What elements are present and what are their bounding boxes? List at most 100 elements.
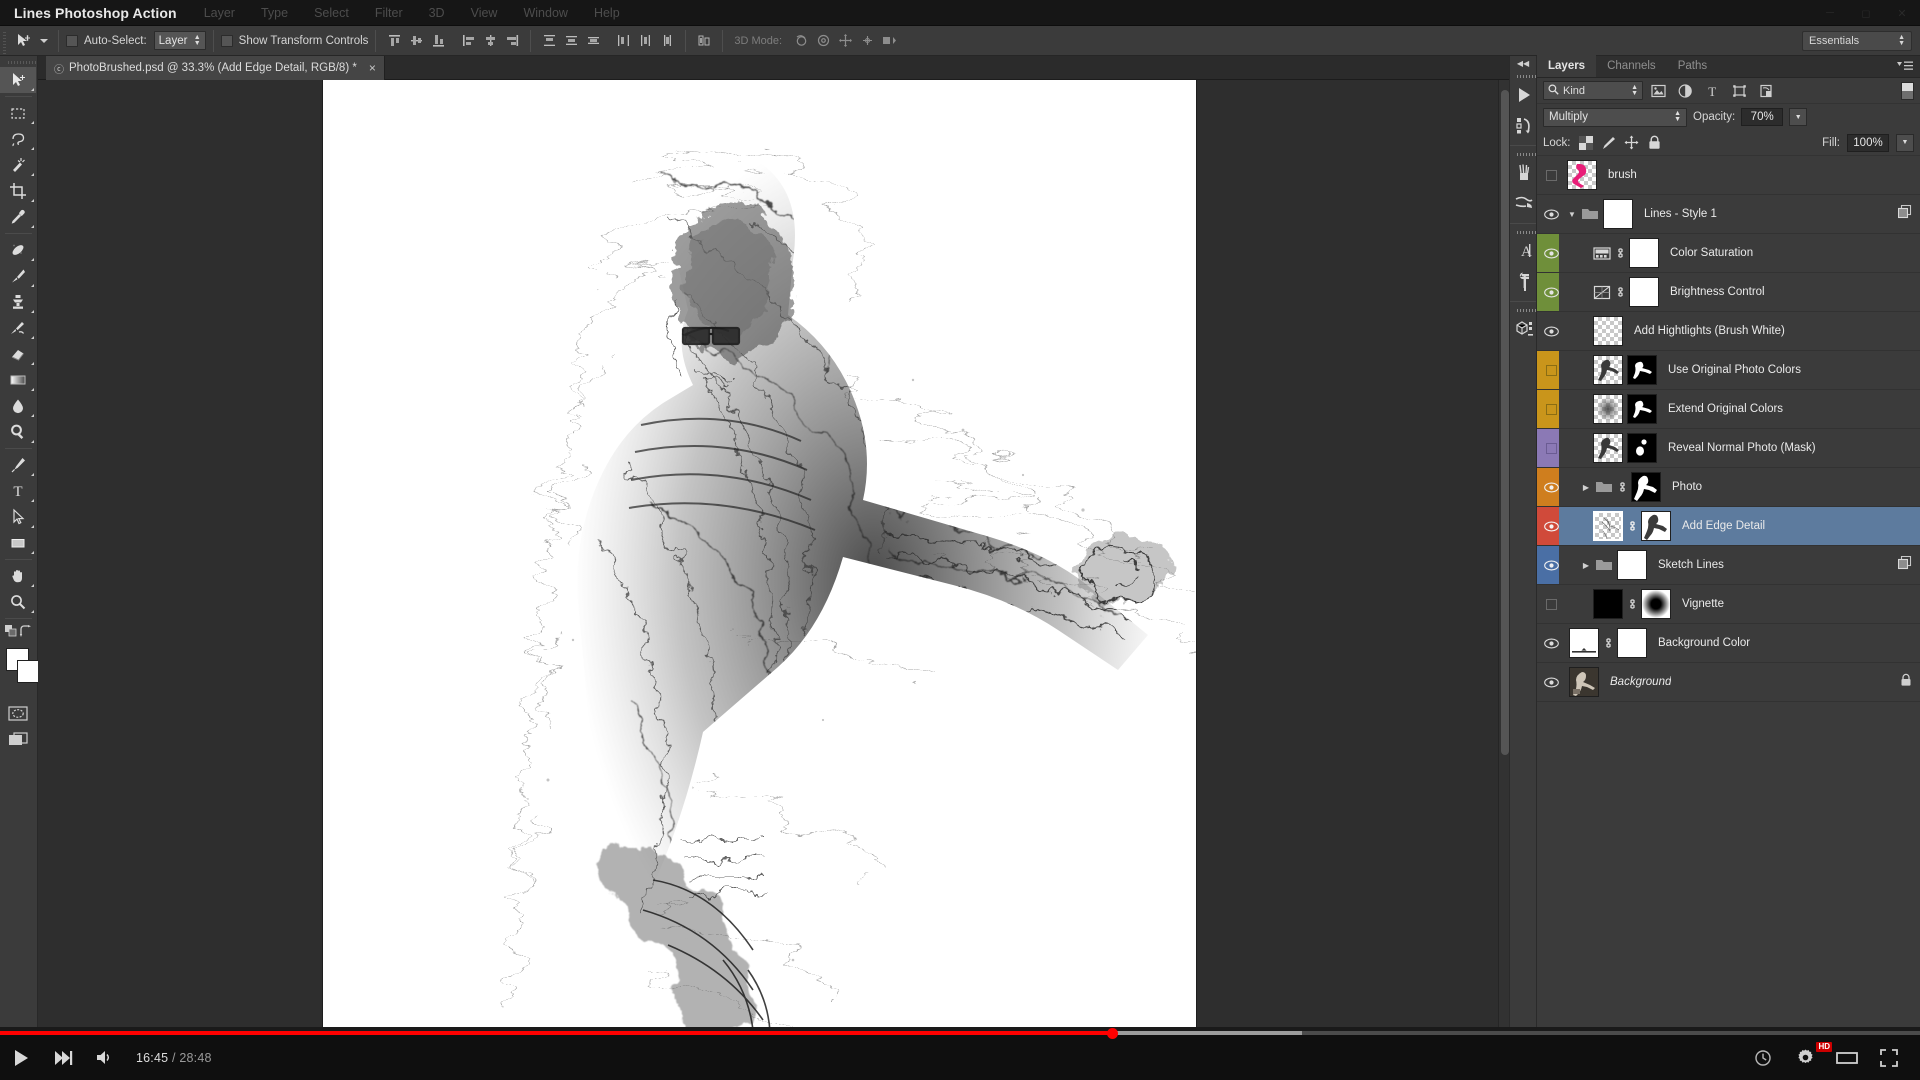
brush-panel-icon[interactable] (1510, 158, 1538, 188)
actions-panel-icon[interactable] (1510, 110, 1538, 140)
layer-name[interactable]: Color Saturation (1670, 247, 1753, 259)
layer-name[interactable]: Background (1610, 676, 1671, 688)
settings-gear-icon[interactable]: HD (1784, 1035, 1832, 1080)
menu-3d[interactable]: 3D (416, 0, 458, 26)
adjustment-curves-icon[interactable] (1591, 285, 1613, 300)
volume-icon[interactable] (84, 1035, 126, 1080)
align-right-edges-icon[interactable] (501, 30, 523, 52)
eyedropper-tool[interactable] (0, 204, 36, 230)
lasso-tool[interactable] (0, 126, 36, 152)
quick-mask-button[interactable] (0, 700, 36, 726)
eraser-tool[interactable] (0, 341, 36, 367)
layer-mask-thumbnail[interactable] (1631, 472, 1661, 502)
group-disclosure-open-icon[interactable]: ▼ (1565, 210, 1579, 219)
table-row[interactable]: Add Hightlights (Brush White) (1537, 312, 1920, 351)
play-icon[interactable] (0, 1035, 42, 1080)
default-colors-icon[interactable] (5, 625, 18, 643)
link-mask-icon[interactable] (1613, 246, 1627, 260)
fill-slider-chevron-icon[interactable]: ▼ (1896, 133, 1914, 152)
lock-all-icon[interactable] (1647, 135, 1663, 151)
rail-grip-1[interactable] (1510, 73, 1536, 80)
menu-filter[interactable]: Filter (362, 0, 416, 26)
spot-healing-brush-tool[interactable] (0, 237, 36, 263)
opacity-slider-chevron-icon[interactable]: ▼ (1789, 108, 1808, 126)
link-mask-icon[interactable] (1615, 480, 1629, 494)
clipped-group-icon[interactable] (1897, 555, 1912, 575)
layer-visibility-toggle[interactable] (1537, 546, 1565, 585)
layer-name[interactable]: Photo (1672, 481, 1702, 493)
lock-transparent-pixels-icon[interactable] (1578, 135, 1594, 151)
rectangle-tool[interactable] (0, 530, 36, 556)
gradient-tool[interactable] (0, 367, 36, 393)
layer-thumbnail[interactable] (1569, 628, 1599, 658)
group-disclosure-closed-icon[interactable]: ▶ (1579, 483, 1593, 492)
link-mask-icon[interactable] (1625, 597, 1639, 611)
layer-mask-thumbnail[interactable] (1641, 589, 1671, 619)
document-tab[interactable]: ⓒ PhotoBrushed.psd @ 33.3% (Add Edge Det… (46, 56, 385, 80)
crop-tool[interactable] (0, 178, 36, 204)
hand-tool[interactable] (0, 563, 36, 589)
layer-thumbnail[interactable] (1593, 589, 1623, 619)
history-panel-icon[interactable] (1510, 80, 1538, 110)
layer-mask-thumbnail[interactable] (1617, 550, 1647, 580)
layer-thumbnail[interactable] (1593, 316, 1623, 346)
layer-visibility-toggle[interactable] (1537, 234, 1565, 273)
layer-filter-kind-dropdown[interactable]: Kind ▲ ▼ (1543, 81, 1643, 100)
layer-mask-thumbnail[interactable] (1627, 433, 1657, 463)
theater-mode-icon[interactable] (1826, 1035, 1868, 1080)
tab-paths[interactable]: Paths (1667, 55, 1718, 77)
scale-3d-icon[interactable] (878, 30, 900, 52)
layer-thumbnail[interactable] (1567, 160, 1597, 190)
screen-mode-button[interactable] (0, 726, 36, 752)
menu-type[interactable]: Type (248, 0, 301, 26)
layer-visibility-toggle[interactable] (1537, 195, 1565, 234)
table-row[interactable]: Background Color (1537, 624, 1920, 663)
layer-mask-thumbnail[interactable] (1629, 238, 1659, 268)
align-horizontal-centers-icon[interactable] (479, 30, 501, 52)
dodge-tool[interactable] (0, 419, 36, 445)
layer-name[interactable]: Add Hightlights (Brush White) (1634, 325, 1785, 337)
group-disclosure-closed-icon[interactable]: ▶ (1579, 561, 1593, 570)
layer-name[interactable]: Use Original Photo Colors (1668, 364, 1801, 376)
link-mask-icon[interactable] (1625, 519, 1639, 533)
layer-visibility-toggle[interactable] (1537, 390, 1565, 429)
drag-3d-icon[interactable] (834, 30, 856, 52)
table-row[interactable]: ▼ Lines - Style 1 (1537, 195, 1920, 234)
layer-mask-thumbnail[interactable] (1627, 355, 1657, 385)
table-row[interactable]: Add Edge Detail (1537, 507, 1920, 546)
link-mask-icon[interactable] (1601, 636, 1615, 650)
layer-visibility-toggle[interactable] (1537, 312, 1565, 351)
layer-thumbnail[interactable] (1593, 355, 1623, 385)
align-left-edges-icon[interactable] (457, 30, 479, 52)
auto-align-layers-icon[interactable] (693, 30, 715, 52)
brush-settings-panel-icon[interactable] (1510, 188, 1538, 218)
menu-select[interactable]: Select (301, 0, 362, 26)
table-row[interactable]: Use Original Photo Colors (1537, 351, 1920, 390)
table-row[interactable]: Brightness Control (1537, 273, 1920, 312)
move-tool-icon[interactable] (9, 30, 37, 52)
layer-name[interactable]: Add Edge Detail (1682, 520, 1765, 532)
link-mask-icon[interactable] (1613, 285, 1627, 299)
tool-preset-chevron-icon[interactable] (37, 30, 51, 52)
lock-position-icon[interactable] (1624, 135, 1640, 151)
table-row[interactable]: Background (1537, 663, 1920, 702)
distribute-right-edges-icon[interactable] (656, 30, 678, 52)
zoom-tool[interactable] (0, 589, 36, 615)
blend-mode-dropdown[interactable]: Multiply ▲ ▼ (1543, 107, 1687, 127)
auto-select-scope-dropdown[interactable]: Layer ▲ ▼ (153, 31, 206, 50)
workspace-selector[interactable]: Essentials ▲ ▼ (1802, 31, 1912, 51)
paragraph-panel-icon[interactable] (1510, 266, 1538, 296)
opacity-input[interactable]: 70% (1741, 108, 1784, 126)
rail-grip-3[interactable] (1510, 229, 1536, 236)
table-row[interactable]: ▶ Photo (1537, 468, 1920, 507)
layer-name[interactable]: Background Color (1658, 637, 1750, 649)
rectangular-marquee-tool[interactable] (0, 100, 36, 126)
history-brush-tool[interactable] (0, 315, 36, 341)
3d-panel-icon[interactable] (1510, 314, 1538, 344)
move-tool[interactable] (0, 67, 36, 93)
background-color-swatch[interactable] (17, 660, 40, 683)
options-bar-grip[interactable] (0, 25, 9, 56)
brush-tool[interactable] (0, 263, 36, 289)
align-bottom-edges-icon[interactable] (427, 30, 449, 52)
distribute-left-edges-icon[interactable] (612, 30, 634, 52)
